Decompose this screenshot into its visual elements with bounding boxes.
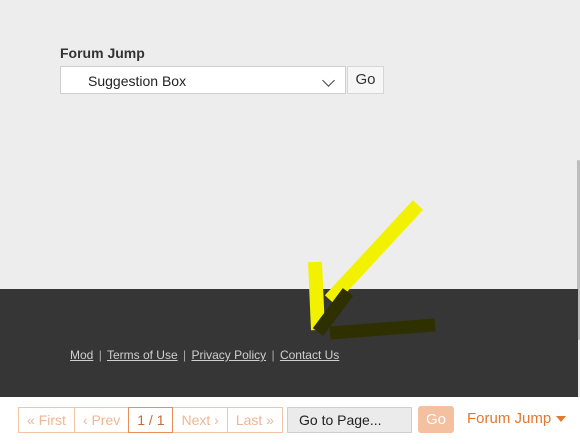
footer-separator: | [271, 348, 275, 362]
forum-jump-dropdown-label: Forum Jump [467, 410, 552, 427]
go-to-page-input[interactable] [287, 407, 412, 433]
forum-jump-label: Forum Jump [60, 45, 145, 61]
page-prev-button[interactable]: ‹ Prev [73, 407, 129, 433]
page-last-button[interactable]: Last » [226, 407, 283, 433]
footer-separator: | [182, 348, 187, 362]
page-next-button[interactable]: Next › [173, 407, 227, 433]
caret-down-icon [556, 415, 567, 422]
page-first-button[interactable]: « First [18, 407, 74, 433]
chevron-down-icon [322, 74, 335, 87]
footer-link-contact[interactable]: Contact Us [280, 348, 339, 362]
go-to-page-button[interactable]: Go [418, 406, 454, 433]
footer-separator: | [98, 348, 102, 362]
footer-links: Mod | Terms of Use | Privacy Policy | Co… [70, 348, 339, 362]
footer-link-mod[interactable]: Mod [70, 348, 93, 362]
footer-link-terms[interactable]: Terms of Use [107, 348, 178, 362]
pagination-bar: « First ‹ Prev 1 / 1 Next › Last » Go Fo… [0, 397, 580, 444]
forum-jump-dropdown[interactable]: Forum Jump [467, 410, 567, 427]
forum-jump-select[interactable]: Suggestion Box [60, 66, 346, 94]
footer-link-privacy[interactable]: Privacy Policy [191, 348, 266, 362]
footer: Mod | Terms of Use | Privacy Policy | Co… [0, 289, 578, 397]
page-current-indicator: 1 / 1 [128, 407, 174, 433]
forum-jump-go-button[interactable]: Go [347, 66, 384, 94]
pagination: « First ‹ Prev 1 / 1 Next › Last » [18, 407, 283, 433]
forum-jump-selected-value: Suggestion Box [88, 73, 187, 89]
